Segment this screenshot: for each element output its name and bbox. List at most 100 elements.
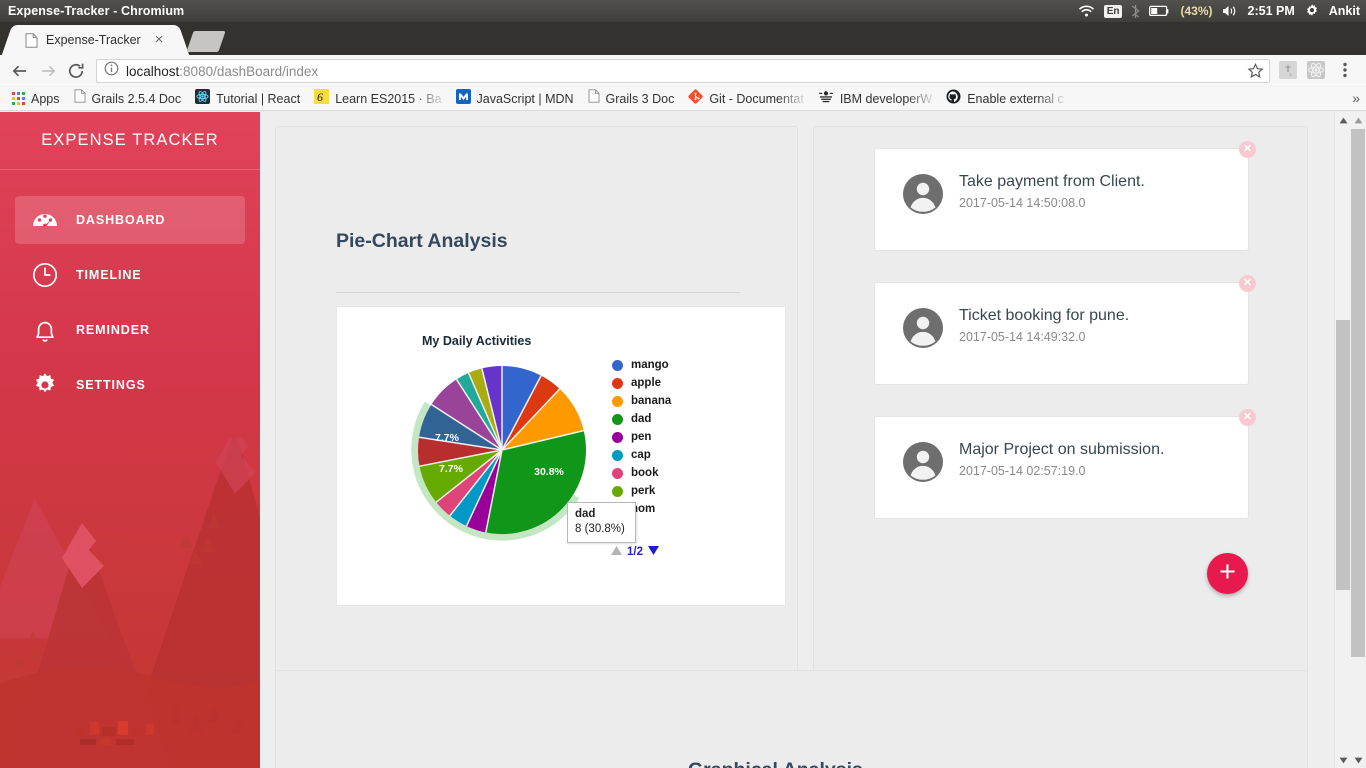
tray-clock[interactable]: 2:51 PM (1248, 4, 1295, 18)
battery-icon[interactable] (1149, 5, 1171, 17)
triangle-down-icon[interactable] (647, 543, 660, 561)
legend-pagination[interactable]: 1/2 (610, 543, 660, 561)
bookmark-apps[interactable]: Apps (0, 87, 67, 110)
close-icon[interactable]: ✕ (1239, 141, 1256, 158)
browser-tab-strip: Expense-Tracker × (0, 22, 1366, 55)
tray-username[interactable]: Ankit (1329, 4, 1360, 18)
triangle-up-icon[interactable] (610, 543, 623, 561)
reload-icon[interactable] (62, 57, 90, 85)
list-item-timestamp: 2017-05-14 14:50:08.0 (959, 196, 1086, 210)
new-tab-button[interactable] (186, 31, 226, 52)
legend-label: apple (631, 377, 662, 389)
add-reminder-button[interactable]: + (1207, 553, 1248, 594)
scroll-down-arrow[interactable] (1335, 752, 1350, 768)
legend-swatch (612, 359, 623, 371)
close-icon[interactable]: × (151, 31, 167, 48)
mdn-icon (455, 88, 471, 109)
sidebar-item-settings[interactable]: SETTINGS (15, 361, 245, 409)
bookmark-enable-external-content[interactable]: Enable external c (939, 87, 1071, 110)
bookmark-grails-3[interactable]: Grails 3 Doc (581, 87, 682, 110)
legend-page-number: 1/2 (627, 546, 643, 558)
bookmark-label: Learn ES2015 · Ba (335, 91, 442, 106)
bell-icon (30, 315, 60, 345)
scrollbar-thumb[interactable] (1351, 129, 1365, 657)
volume-icon[interactable] (1222, 4, 1239, 18)
legend-item[interactable]: dad (612, 410, 671, 428)
browser-scrollbar[interactable] (1350, 112, 1366, 768)
extension-icon[interactable]: a (1278, 60, 1300, 82)
window-title: Expense-Tracker - Chromium (8, 4, 185, 18)
browser-tab-title: Expense-Tracker (46, 33, 141, 47)
legend-item[interactable]: pen (612, 428, 671, 446)
bookmarks-overflow-chevron[interactable]: » (1352, 90, 1360, 106)
list-item[interactable]: Ticket booking for pune. 2017-05-14 14:4… (874, 275, 1256, 385)
scroll-up-arrow[interactable] (1350, 112, 1366, 128)
legend-item[interactable]: perk (612, 482, 671, 500)
bookmark-label: Apps (31, 91, 60, 106)
legend-label: perk (631, 485, 656, 497)
url-text: localhost:8080/dashBoard/index (126, 64, 318, 79)
dashboard-gauge-icon (30, 205, 60, 235)
app-brand-title: EXPENSE TRACKER (41, 131, 219, 149)
bookmark-javascript-mdn[interactable]: JavaScript | MDN (449, 87, 581, 110)
dashboard-content: Pie-Chart Analysis My Daily Activities 3… (260, 112, 1350, 768)
bookmark-label: Enable external c (967, 91, 1064, 106)
sidebar-item-reminder[interactable]: REMINDER (15, 306, 245, 354)
keyboard-layout-indicator[interactable]: En (1103, 4, 1123, 18)
graphical-analysis-panel: Graphical Analysis (275, 670, 1308, 768)
legend-swatch (612, 485, 623, 497)
legend-item[interactable]: book (612, 464, 671, 482)
arrow-left-icon[interactable] (6, 57, 34, 85)
bookmark-label: Grails 3 Doc (605, 91, 675, 106)
avatar (903, 442, 943, 482)
tooltip-value: 8 (30.8%) (575, 523, 625, 535)
legend-swatch (612, 449, 623, 461)
divider (336, 292, 740, 293)
svg-text:6: 6 (317, 90, 323, 104)
legend-item[interactable]: cap (612, 446, 671, 464)
bookmark-grails-254[interactable]: Grails 2.5.4 Doc (67, 87, 189, 110)
gear-icon[interactable] (1304, 3, 1320, 19)
list-item-title: Take payment from Client. (959, 173, 1145, 190)
close-icon[interactable]: ✕ (1239, 409, 1256, 426)
page-title: Pie-Chart Analysis (336, 230, 508, 252)
bookmark-label: Tutorial | React (216, 91, 301, 106)
bookmark-ibm-developerworks[interactable]: IBM developerW (811, 87, 939, 110)
three-dot-menu-icon[interactable] (1336, 60, 1354, 82)
legend-item[interactable]: mango (612, 356, 671, 374)
pie-data-label-10: 7.7% (435, 432, 460, 444)
apps-grid-icon (12, 92, 25, 105)
github-icon (946, 89, 961, 109)
legend-item[interactable]: apple (612, 374, 671, 392)
url-bar[interactable]: localhost:8080/dashBoard/index (96, 59, 1270, 83)
legend-swatch (612, 431, 623, 443)
bookmark-git-documentation[interactable]: Git - Documentat (681, 87, 810, 110)
arrow-right-icon (34, 57, 62, 85)
battery-percent: (43%) (1180, 4, 1213, 18)
list-item[interactable]: Major Project on submission. 2017-05-14 … (874, 409, 1256, 519)
sidebar-item-dashboard[interactable]: DASHBOARD (15, 196, 245, 244)
star-icon[interactable] (1247, 62, 1265, 81)
sidebar-item-timeline[interactable]: TIMELINE (15, 251, 245, 299)
sidebar-item-label: SETTINGS (76, 378, 146, 392)
bookmark-label: IBM developerW (839, 91, 933, 106)
browser-tab[interactable]: Expense-Tracker × (14, 25, 177, 55)
close-icon[interactable]: ✕ (1239, 275, 1256, 292)
scroll-down-arrow[interactable] (1350, 752, 1366, 768)
scrollbar-thumb[interactable] (1336, 320, 1350, 590)
bookmarks-bar: Apps Grails 2.5.4 Doc Tutorial | React 6… (0, 87, 1366, 111)
mountain-decoration (0, 438, 260, 768)
legend-swatch (612, 467, 623, 479)
legend-item[interactable]: banana (612, 392, 671, 410)
list-item-title: Ticket booking for pune. (959, 307, 1130, 324)
bluetooth-icon[interactable] (1131, 4, 1141, 19)
react-devtools-icon[interactable] (1306, 60, 1328, 82)
wifi-icon[interactable] (1078, 4, 1095, 18)
content-scrollbar[interactable] (1334, 112, 1350, 768)
list-item[interactable]: Take payment from Client. 2017-05-14 14:… (874, 141, 1256, 251)
scroll-up-arrow[interactable] (1335, 112, 1350, 128)
bookmark-learn-es2015[interactable]: 6 Learn ES2015 · Ba (307, 87, 448, 110)
info-circle-icon[interactable] (104, 61, 119, 81)
bookmark-tutorial-react[interactable]: Tutorial | React (188, 87, 307, 110)
legend-swatch (612, 413, 623, 425)
